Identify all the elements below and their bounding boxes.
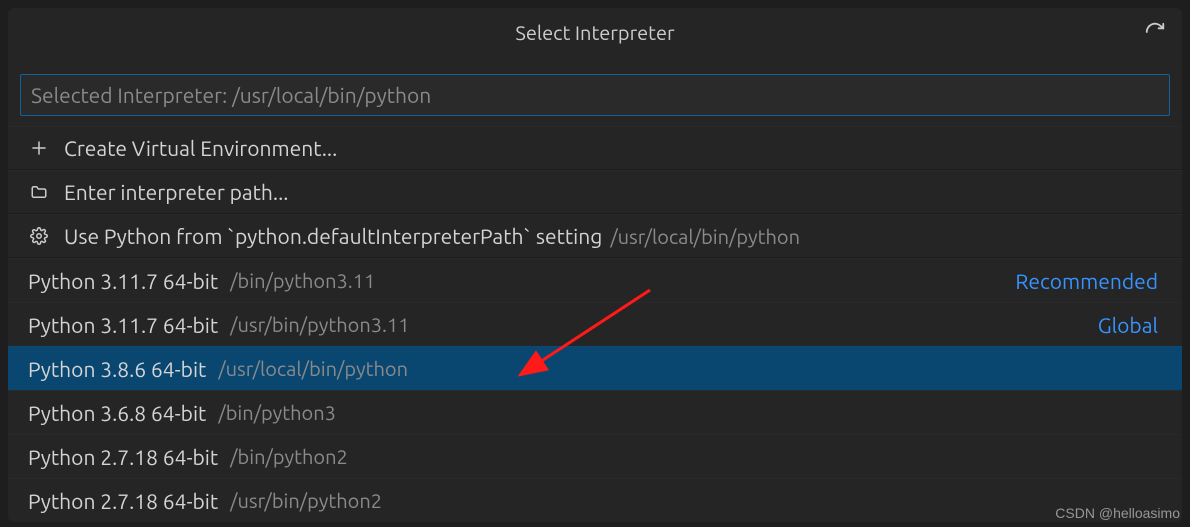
- plus-icon: [28, 139, 50, 157]
- search-box[interactable]: [20, 74, 1170, 116]
- interpreter-list: Create Virtual Environment... Enter inte…: [8, 126, 1182, 522]
- interpreter-path: /usr/bin/python3.11: [230, 313, 409, 336]
- action-label: Enter interpreter path...: [64, 180, 288, 204]
- interpreter-path: /usr/local/bin/python: [218, 357, 408, 380]
- interpreter-path: /bin/python3.11: [230, 269, 375, 292]
- gear-icon: [28, 227, 50, 245]
- select-interpreter-dialog: Select Interpreter Create Virtual Enviro…: [8, 8, 1182, 522]
- interpreter-label: Python 3.8.6 64-bit: [28, 357, 206, 381]
- action-enter-path[interactable]: Enter interpreter path...: [8, 170, 1182, 214]
- interpreter-label: Python 2.7.18 64-bit: [28, 445, 218, 469]
- interpreter-path: /bin/python3: [218, 401, 336, 424]
- interpreter-label: Python 3.11.7 64-bit: [28, 269, 218, 293]
- interpreter-item[interactable]: Python 3.11.7 64-bit /usr/bin/python3.11…: [8, 302, 1182, 346]
- action-label: Create Virtual Environment...: [64, 136, 337, 160]
- interpreter-item[interactable]: Python 2.7.18 64-bit /usr/bin/python2: [8, 478, 1182, 522]
- action-path: /usr/local/bin/python: [610, 225, 800, 248]
- interpreter-badge: Global: [1098, 313, 1162, 337]
- folder-icon: [28, 183, 50, 201]
- refresh-icon[interactable]: [1144, 21, 1166, 43]
- interpreter-path: /usr/bin/python2: [230, 489, 382, 512]
- dialog-title-bar: Select Interpreter: [8, 8, 1182, 56]
- interpreter-item[interactable]: Python 3.6.8 64-bit /bin/python3: [8, 390, 1182, 434]
- search-input[interactable]: [31, 83, 1159, 107]
- action-use-default[interactable]: Use Python from `python.defaultInterpret…: [8, 214, 1182, 258]
- interpreter-label: Python 3.11.7 64-bit: [28, 313, 218, 337]
- interpreter-item[interactable]: Python 2.7.18 64-bit /bin/python2: [8, 434, 1182, 478]
- interpreter-item[interactable]: Python 3.11.7 64-bit /bin/python3.11 Rec…: [8, 258, 1182, 302]
- action-label: Use Python from `python.defaultInterpret…: [64, 224, 602, 248]
- action-create-venv[interactable]: Create Virtual Environment...: [8, 126, 1182, 170]
- interpreter-path: /bin/python2: [230, 445, 348, 468]
- interpreter-item-selected[interactable]: Python 3.8.6 64-bit /usr/local/bin/pytho…: [8, 346, 1182, 390]
- interpreter-label: Python 2.7.18 64-bit: [28, 489, 218, 513]
- dialog-title: Select Interpreter: [515, 21, 674, 44]
- interpreter-badge: Recommended: [1015, 269, 1162, 293]
- interpreter-label: Python 3.6.8 64-bit: [28, 401, 206, 425]
